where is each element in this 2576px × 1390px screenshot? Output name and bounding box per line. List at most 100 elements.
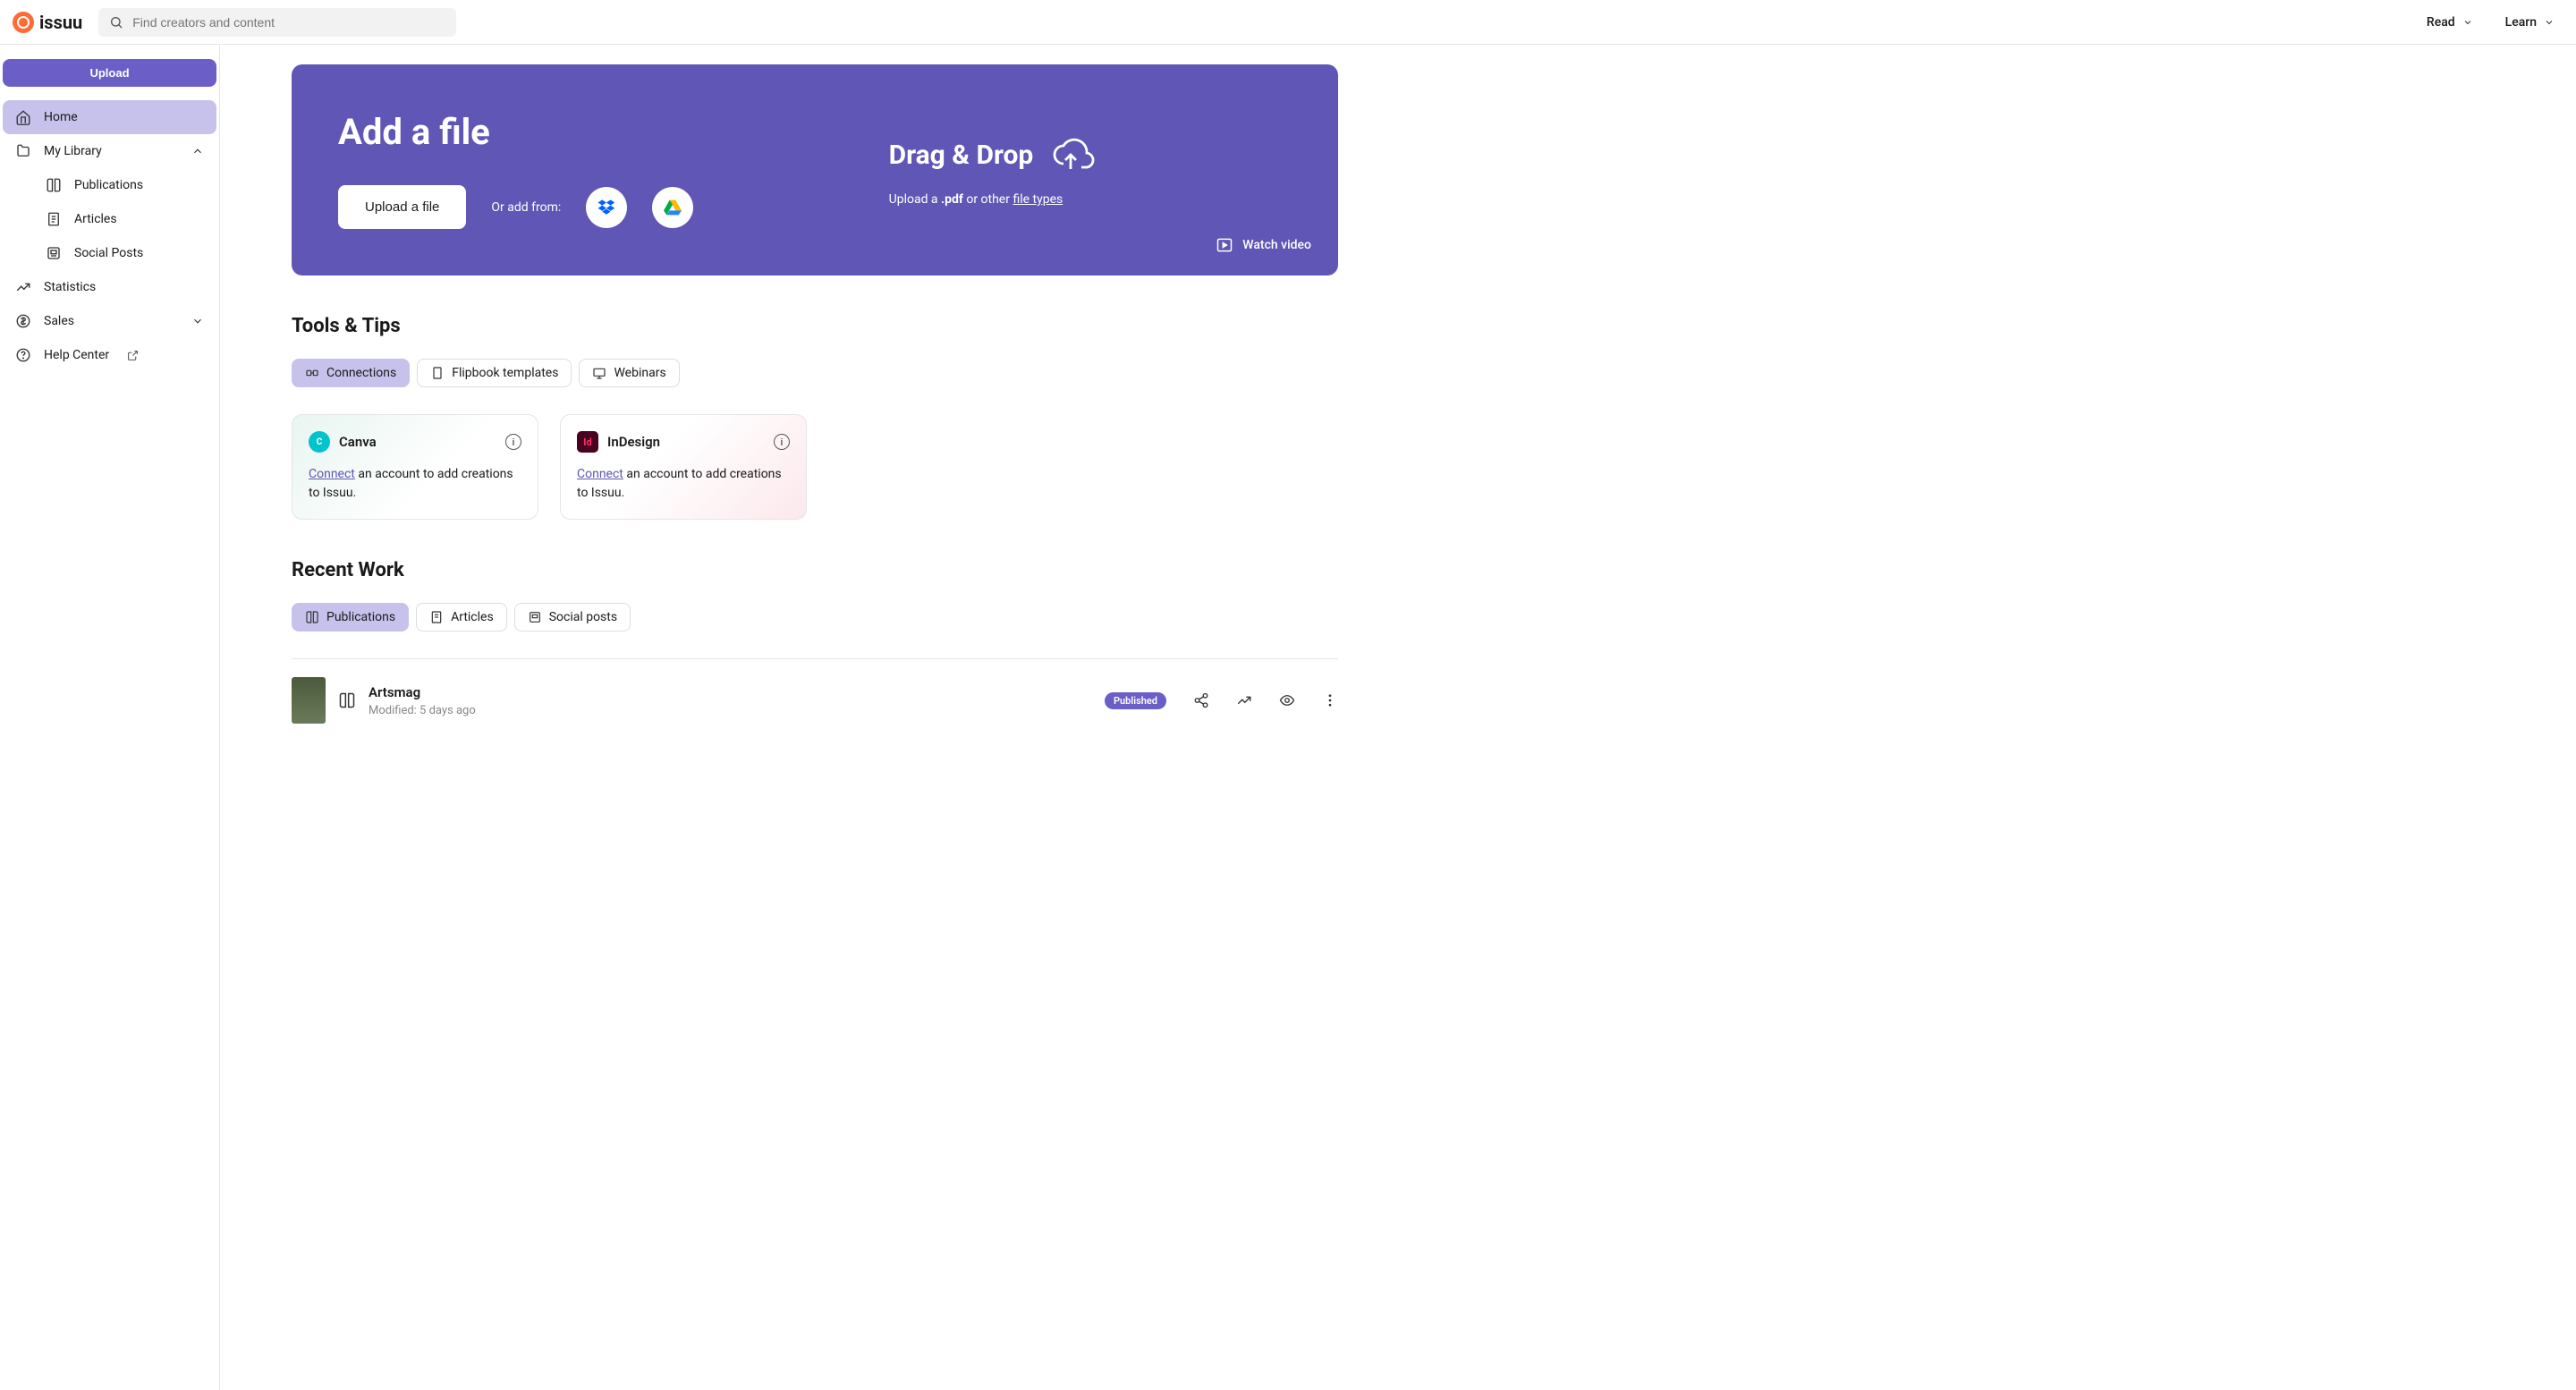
sidebar-item-articles[interactable]: Articles xyxy=(3,202,216,236)
tab-label: Webinars xyxy=(614,366,665,380)
learn-label: Learn xyxy=(2505,15,2537,30)
dropbox-icon xyxy=(597,198,616,217)
work-title: Artsmag xyxy=(369,684,420,700)
tab-flipbook[interactable]: Flipbook templates xyxy=(417,359,572,387)
work-meta: Modified: 5 days ago xyxy=(369,704,1092,717)
work-thumbnail xyxy=(292,677,326,724)
file-hint: Upload a .pdf or other file types xyxy=(889,192,1292,207)
connect-name: Canva xyxy=(339,434,377,450)
indesign-icon: Id xyxy=(577,431,598,453)
connect-link[interactable]: Connect xyxy=(577,467,623,481)
upload-title: Add a file xyxy=(338,111,853,153)
social-icon xyxy=(46,245,62,261)
sidebar-item-statistics[interactable]: Statistics xyxy=(3,270,216,304)
help-icon xyxy=(15,347,31,363)
external-link-icon xyxy=(127,350,139,361)
sidebar-item-label: Articles xyxy=(74,212,117,226)
dollar-icon xyxy=(15,313,31,329)
tab-label: Publications xyxy=(326,610,395,624)
upload-button[interactable]: Upload xyxy=(3,59,216,87)
sidebar-item-publications[interactable]: Publications xyxy=(3,168,216,202)
chevron-down-icon xyxy=(2462,17,2473,28)
search-input[interactable] xyxy=(132,15,445,30)
connect-link[interactable]: Connect xyxy=(309,467,355,481)
logo-icon xyxy=(13,12,34,33)
social-icon xyxy=(528,610,542,624)
cloud-upload-icon xyxy=(1046,133,1096,176)
recent-title: Recent Work xyxy=(292,559,1338,581)
search-box[interactable] xyxy=(98,8,456,37)
connect-desc: Connect an account to add creations to I… xyxy=(309,465,521,503)
recent-tabs: Publications Articles Social posts xyxy=(292,603,1338,631)
tab-recent-publications[interactable]: Publications xyxy=(292,603,409,631)
tab-recent-articles[interactable]: Articles xyxy=(416,603,507,631)
main-content: Add a file Upload a file Or add from: xyxy=(220,45,2576,1390)
tab-webinars[interactable]: Webinars xyxy=(579,359,679,387)
read-label: Read xyxy=(2427,15,2455,30)
or-text: Or add from: xyxy=(491,200,561,215)
dropbox-button[interactable] xyxy=(586,187,627,228)
learn-menu[interactable]: Learn xyxy=(2505,15,2555,30)
tools-title: Tools & Tips xyxy=(292,315,1338,337)
file-types-link[interactable]: file types xyxy=(1013,192,1063,207)
article-icon xyxy=(429,610,444,624)
work-item[interactable]: Artsmag Modified: 5 days ago Published xyxy=(292,658,1338,742)
sidebar-item-label: My Library xyxy=(44,144,102,158)
sidebar-item-label: Statistics xyxy=(44,280,96,294)
book-icon xyxy=(46,177,62,193)
more-icon[interactable] xyxy=(1322,692,1338,708)
book-icon xyxy=(305,610,319,624)
eye-icon[interactable] xyxy=(1279,692,1295,708)
watch-video-button[interactable]: Watch video xyxy=(1216,236,1311,254)
canva-icon: C xyxy=(309,431,330,453)
tab-recent-social[interactable]: Social posts xyxy=(514,603,631,631)
logo-text: issuu xyxy=(39,12,82,33)
drag-title: Drag & Drop xyxy=(889,140,1034,171)
home-icon xyxy=(15,109,31,125)
connect-card-canva: C Canva i Connect an account to add crea… xyxy=(292,414,538,520)
watch-video-label: Watch video xyxy=(1242,238,1311,252)
sidebar: Upload Home My Library Publications Arti… xyxy=(0,45,220,1390)
tab-label: Social posts xyxy=(549,610,617,624)
sidebar-item-social-posts[interactable]: Social Posts xyxy=(3,236,216,270)
sidebar-item-library[interactable]: My Library xyxy=(3,134,216,168)
tab-label: Connections xyxy=(326,366,396,380)
article-icon xyxy=(46,211,62,227)
sidebar-item-help[interactable]: Help Center xyxy=(3,338,216,372)
google-drive-icon xyxy=(664,199,682,216)
stats-icon xyxy=(15,279,31,295)
info-icon[interactable]: i xyxy=(774,434,790,450)
sidebar-item-label: Home xyxy=(44,110,78,124)
folder-icon xyxy=(15,143,31,159)
share-icon[interactable] xyxy=(1193,692,1209,708)
read-menu[interactable]: Read xyxy=(2427,15,2473,30)
connect-card-indesign: Id InDesign i Connect an account to add … xyxy=(560,414,807,520)
search-icon xyxy=(109,15,123,30)
status-badge: Published xyxy=(1105,692,1166,709)
stats-icon[interactable] xyxy=(1236,692,1252,708)
sidebar-item-home[interactable]: Home xyxy=(3,100,216,134)
sidebar-item-label: Publications xyxy=(74,178,143,192)
upload-file-button[interactable]: Upload a file xyxy=(338,185,466,229)
chevron-up-icon xyxy=(191,145,204,157)
tab-connections[interactable]: Connections xyxy=(292,359,410,387)
play-icon xyxy=(1216,236,1233,254)
google-drive-button[interactable] xyxy=(652,187,693,228)
sidebar-item-sales[interactable]: Sales xyxy=(3,304,216,338)
connections-icon xyxy=(305,366,319,380)
chevron-down-icon xyxy=(191,315,204,327)
chevron-down-icon xyxy=(2544,17,2555,28)
logo[interactable]: issuu xyxy=(13,12,82,33)
tools-tabs: Connections Flipbook templates Webinars xyxy=(292,359,1338,387)
app-header: issuu Read Learn xyxy=(0,0,2576,45)
info-icon[interactable]: i xyxy=(505,434,521,450)
sidebar-item-label: Sales xyxy=(44,314,74,328)
sidebar-item-label: Social Posts xyxy=(74,246,143,260)
upload-card[interactable]: Add a file Upload a file Or add from: xyxy=(292,64,1338,275)
book-icon xyxy=(338,691,356,709)
tab-label: Flipbook templates xyxy=(452,366,558,380)
sidebar-item-label: Help Center xyxy=(44,348,109,362)
webinars-icon xyxy=(592,366,606,380)
connect-name: InDesign xyxy=(607,434,660,450)
flipbook-icon xyxy=(430,366,445,380)
